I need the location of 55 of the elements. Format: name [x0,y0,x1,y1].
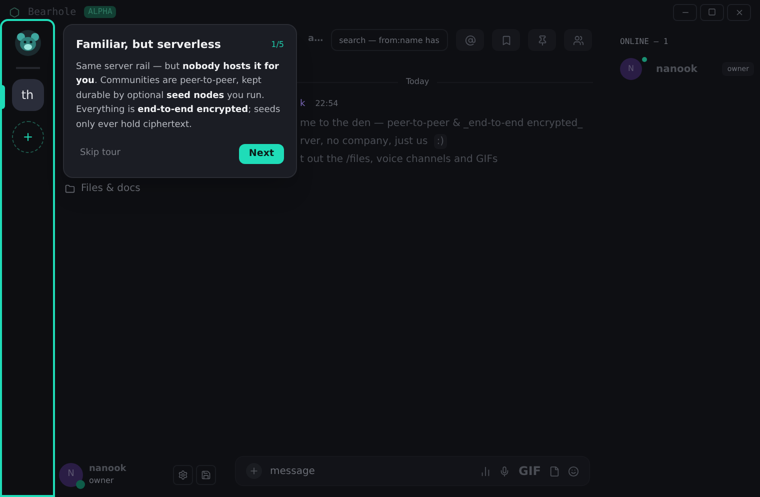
pin-icon [536,34,548,46]
microphone-button[interactable] [499,466,510,476]
skip-tour-button[interactable]: Skip tour [76,147,124,161]
attach-button[interactable] [246,463,262,479]
message-line: t out the /files, voice channels and GIFs [300,153,498,167]
message-line: rver, no company, just us [300,135,428,149]
bear-avatar-icon[interactable] [14,29,42,57]
search-field[interactable]: search — from:name has: [331,29,448,51]
poll-button[interactable] [480,466,492,476]
folder-icon [65,184,75,194]
date-divider: Today [406,76,430,88]
next-button[interactable]: Next [238,144,284,164]
channel-item[interactable]: Files & docs [65,181,220,196]
message-author: k [300,98,306,111]
plus-icon [249,466,259,476]
file-button[interactable] [549,466,560,476]
add-server-button[interactable] [12,121,44,153]
close-button[interactable] [727,4,751,20]
tour-description: Same server rail — but nobody hosts it for you. Communities are peer-to-peer, kept durable by optional seed nodes you run. Everything is end-to-end encrypted; seeds only ever hold ciphertext. [76,60,282,132]
bookmark-icon [500,34,512,46]
member-name[interactable]: nanook [656,62,698,76]
maximize-icon [708,8,716,16]
message-time: 22:54 [315,98,338,110]
tour-title: Familiar, but serverless [76,37,221,53]
members-button[interactable] [564,29,592,51]
bar-chart-icon [480,466,492,476]
emoji-chip: :) [434,134,447,149]
users-icon [572,34,584,46]
members-heading: ONLINE — 1 [620,36,670,48]
user-avatar: N [59,463,83,487]
gear-icon [178,470,188,480]
member-avatar: N [620,58,642,80]
server-button[interactable]: th [12,79,44,111]
tour-step: 1/5 [271,39,284,52]
smiley-icon [568,466,579,476]
save-button[interactable] [196,465,216,485]
file-icon [549,466,560,476]
channel-title: a… [308,33,324,46]
bookmark-button[interactable] [492,29,520,51]
user-role: owner [89,475,115,486]
close-icon [734,8,744,16]
at-sign-icon [464,34,476,46]
gif-button[interactable]: GIF [518,462,541,480]
emoji-button[interactable] [568,466,579,476]
plus-icon [22,131,34,143]
mention-button[interactable] [456,29,484,51]
pin-button[interactable] [528,29,556,51]
microphone-icon [499,466,510,476]
maximize-button[interactable] [700,4,724,20]
hexagon-logo-icon [9,6,20,18]
settings-button[interactable] [173,465,193,485]
alpha-badge: ALPHA [84,6,116,18]
message-field[interactable]: message GIF [235,456,590,486]
user-name: nanook [89,464,126,475]
message-line: me to the den — peer-to-peer & _end-to-end encrypted_ [300,117,583,131]
